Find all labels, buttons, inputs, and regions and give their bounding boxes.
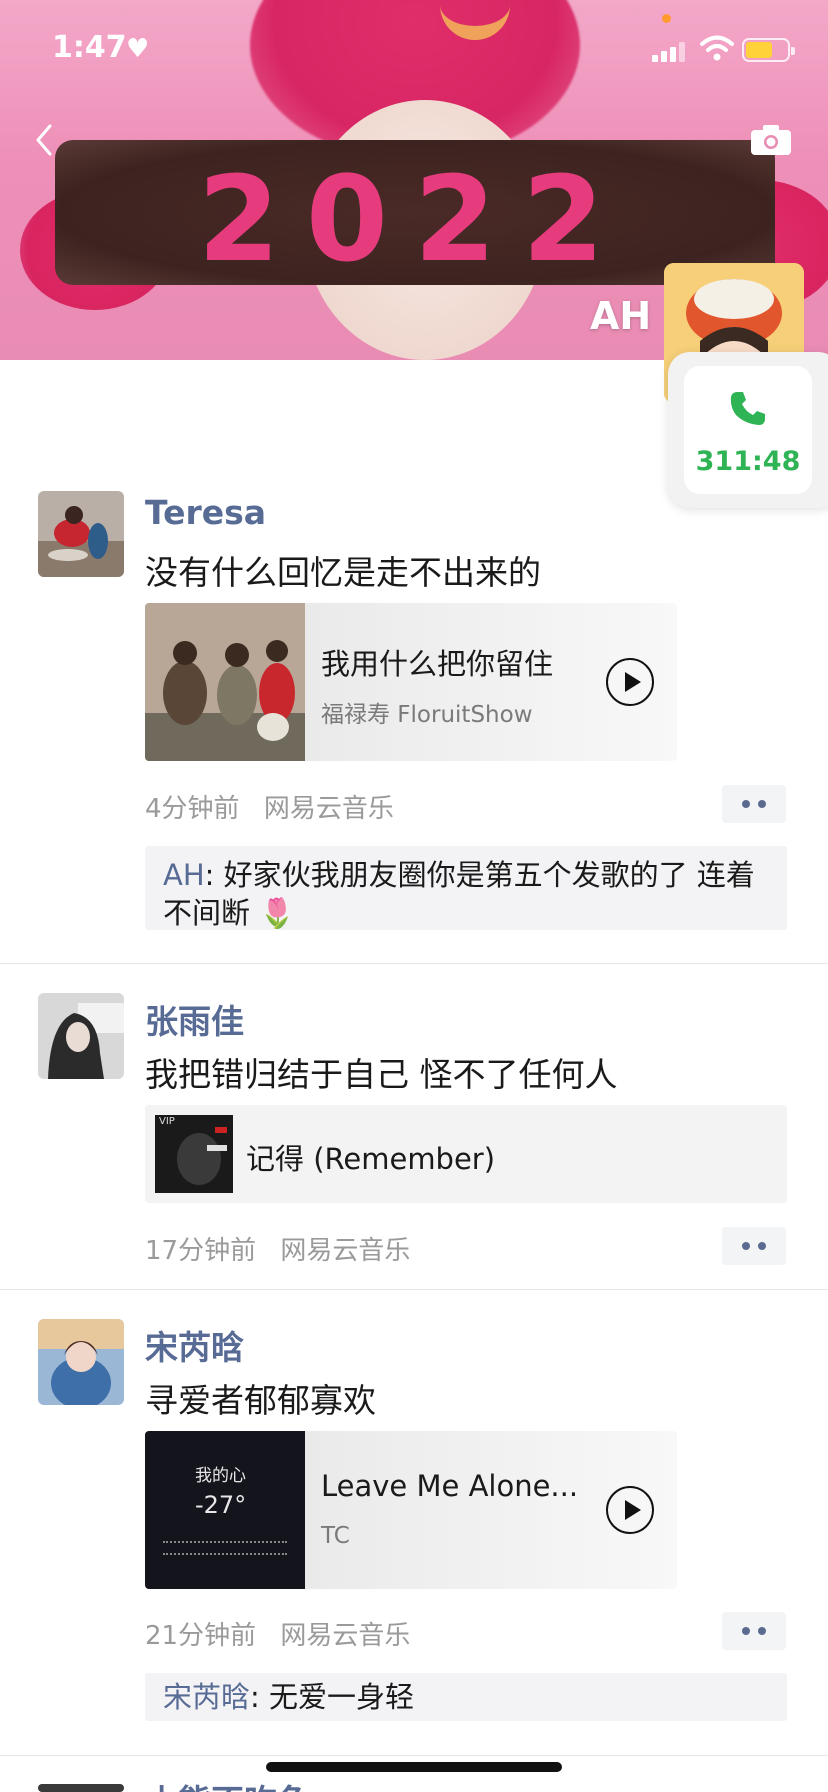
comment-text: 好家伙我朋友圈你是第五个发歌的了 连着不间断 🌷: [163, 858, 755, 930]
post-time: 21分钟前: [145, 1621, 257, 1651]
divider: [0, 963, 828, 964]
comment-item[interactable]: AH: 好家伙我朋友圈你是第五个发歌的了 连着不间断 🌷: [163, 856, 769, 932]
call-float-inner: 311:48: [684, 366, 812, 494]
back-icon[interactable]: [30, 120, 60, 160]
more-button[interactable]: [722, 785, 786, 823]
post-source-link[interactable]: 网易云音乐: [264, 794, 394, 824]
home-indicator: [266, 1762, 562, 1772]
status-bar: 1:47 ♥: [0, 0, 828, 100]
avatar[interactable]: [38, 1784, 124, 1792]
divider: [0, 1289, 828, 1290]
album-cover-line2: -27°: [195, 1491, 247, 1519]
album-cover: VIP: [155, 1115, 233, 1193]
music-title: 我用什么把你留住: [321, 647, 554, 681]
wifi-icon: [700, 35, 734, 61]
post-source-link[interactable]: 网易云音乐: [280, 1621, 410, 1651]
post-text: 寻爱者郁郁寡欢: [145, 1381, 376, 1420]
album-cover: 我的心 -27°: [145, 1431, 305, 1589]
music-title: Leave Me Alone...: [321, 1469, 579, 1503]
phone-icon: [730, 392, 765, 425]
more-button[interactable]: [722, 1227, 786, 1265]
music-artist: TC: [321, 1523, 350, 1549]
album-cover-weather-strip: [163, 1541, 287, 1555]
music-card[interactable]: 我的心 -27° Leave Me Alone... TC: [145, 1431, 677, 1589]
post-time: 17分钟前: [145, 1236, 257, 1266]
post-text: 我把错归结于自己 怪不了任何人: [145, 1055, 618, 1094]
avatar[interactable]: [38, 993, 124, 1079]
post-meta: 21分钟前 网易云音乐: [145, 1615, 426, 1652]
more-button[interactable]: [722, 1612, 786, 1650]
post-time: 4分钟前: [145, 794, 240, 824]
avatar[interactable]: [38, 491, 124, 577]
comment-item[interactable]: 宋芮晗: 无爱一身轻: [163, 1678, 769, 1716]
comments-area: 宋芮晗: 无爱一身轻: [145, 1673, 787, 1721]
privacy-indicator-dot: [662, 14, 671, 23]
music-card[interactable]: 我用什么把你留住 福禄寿 FloruitShow: [145, 603, 677, 761]
post-text: 没有什么回忆是走不出来的: [145, 553, 541, 592]
post-author-name[interactable]: 张雨佳: [145, 995, 244, 1043]
music-title: 记得 (Remember): [246, 1142, 496, 1176]
album-cover: [145, 603, 305, 761]
post-author-name[interactable]: 宋芮晗: [145, 1321, 244, 1369]
play-icon[interactable]: [606, 1486, 654, 1534]
comment-text: 无爱一身轻: [269, 1680, 415, 1714]
post-meta: 17分钟前 网易云音乐: [145, 1230, 426, 1267]
music-artist: 福禄寿 FloruitShow: [321, 702, 533, 728]
post-author-name[interactable]: 小熊不吃鱼: [145, 1775, 310, 1792]
comments-area: AH: 好家伙我朋友圈你是第五个发歌的了 连着不间断 🌷: [145, 846, 787, 930]
divider: [0, 1755, 828, 1756]
heart-icon: ♥: [126, 34, 150, 64]
post-meta: 4分钟前 网易云音乐: [145, 788, 410, 825]
comment-author[interactable]: 宋芮晗: [163, 1680, 250, 1714]
music-card[interactable]: VIP 记得 (Remember): [145, 1105, 787, 1203]
post-author-name[interactable]: Teresa: [145, 493, 266, 532]
owner-name: AH: [590, 294, 652, 338]
call-timer: 311:48: [695, 446, 801, 477]
camera-icon[interactable]: [750, 124, 792, 156]
signal-icon: [652, 40, 688, 62]
avatar[interactable]: [38, 1319, 124, 1405]
voice-call-float-window[interactable]: 311:48: [668, 352, 828, 508]
album-cover-line1: 我的心: [195, 1466, 246, 1486]
status-time: 1:47: [52, 30, 127, 65]
comment-author[interactable]: AH: [163, 858, 205, 892]
play-icon[interactable]: [606, 658, 654, 706]
battery-icon: [742, 38, 795, 62]
vip-badge: VIP: [159, 1116, 175, 1127]
post-source-link[interactable]: 网易云音乐: [280, 1236, 410, 1266]
